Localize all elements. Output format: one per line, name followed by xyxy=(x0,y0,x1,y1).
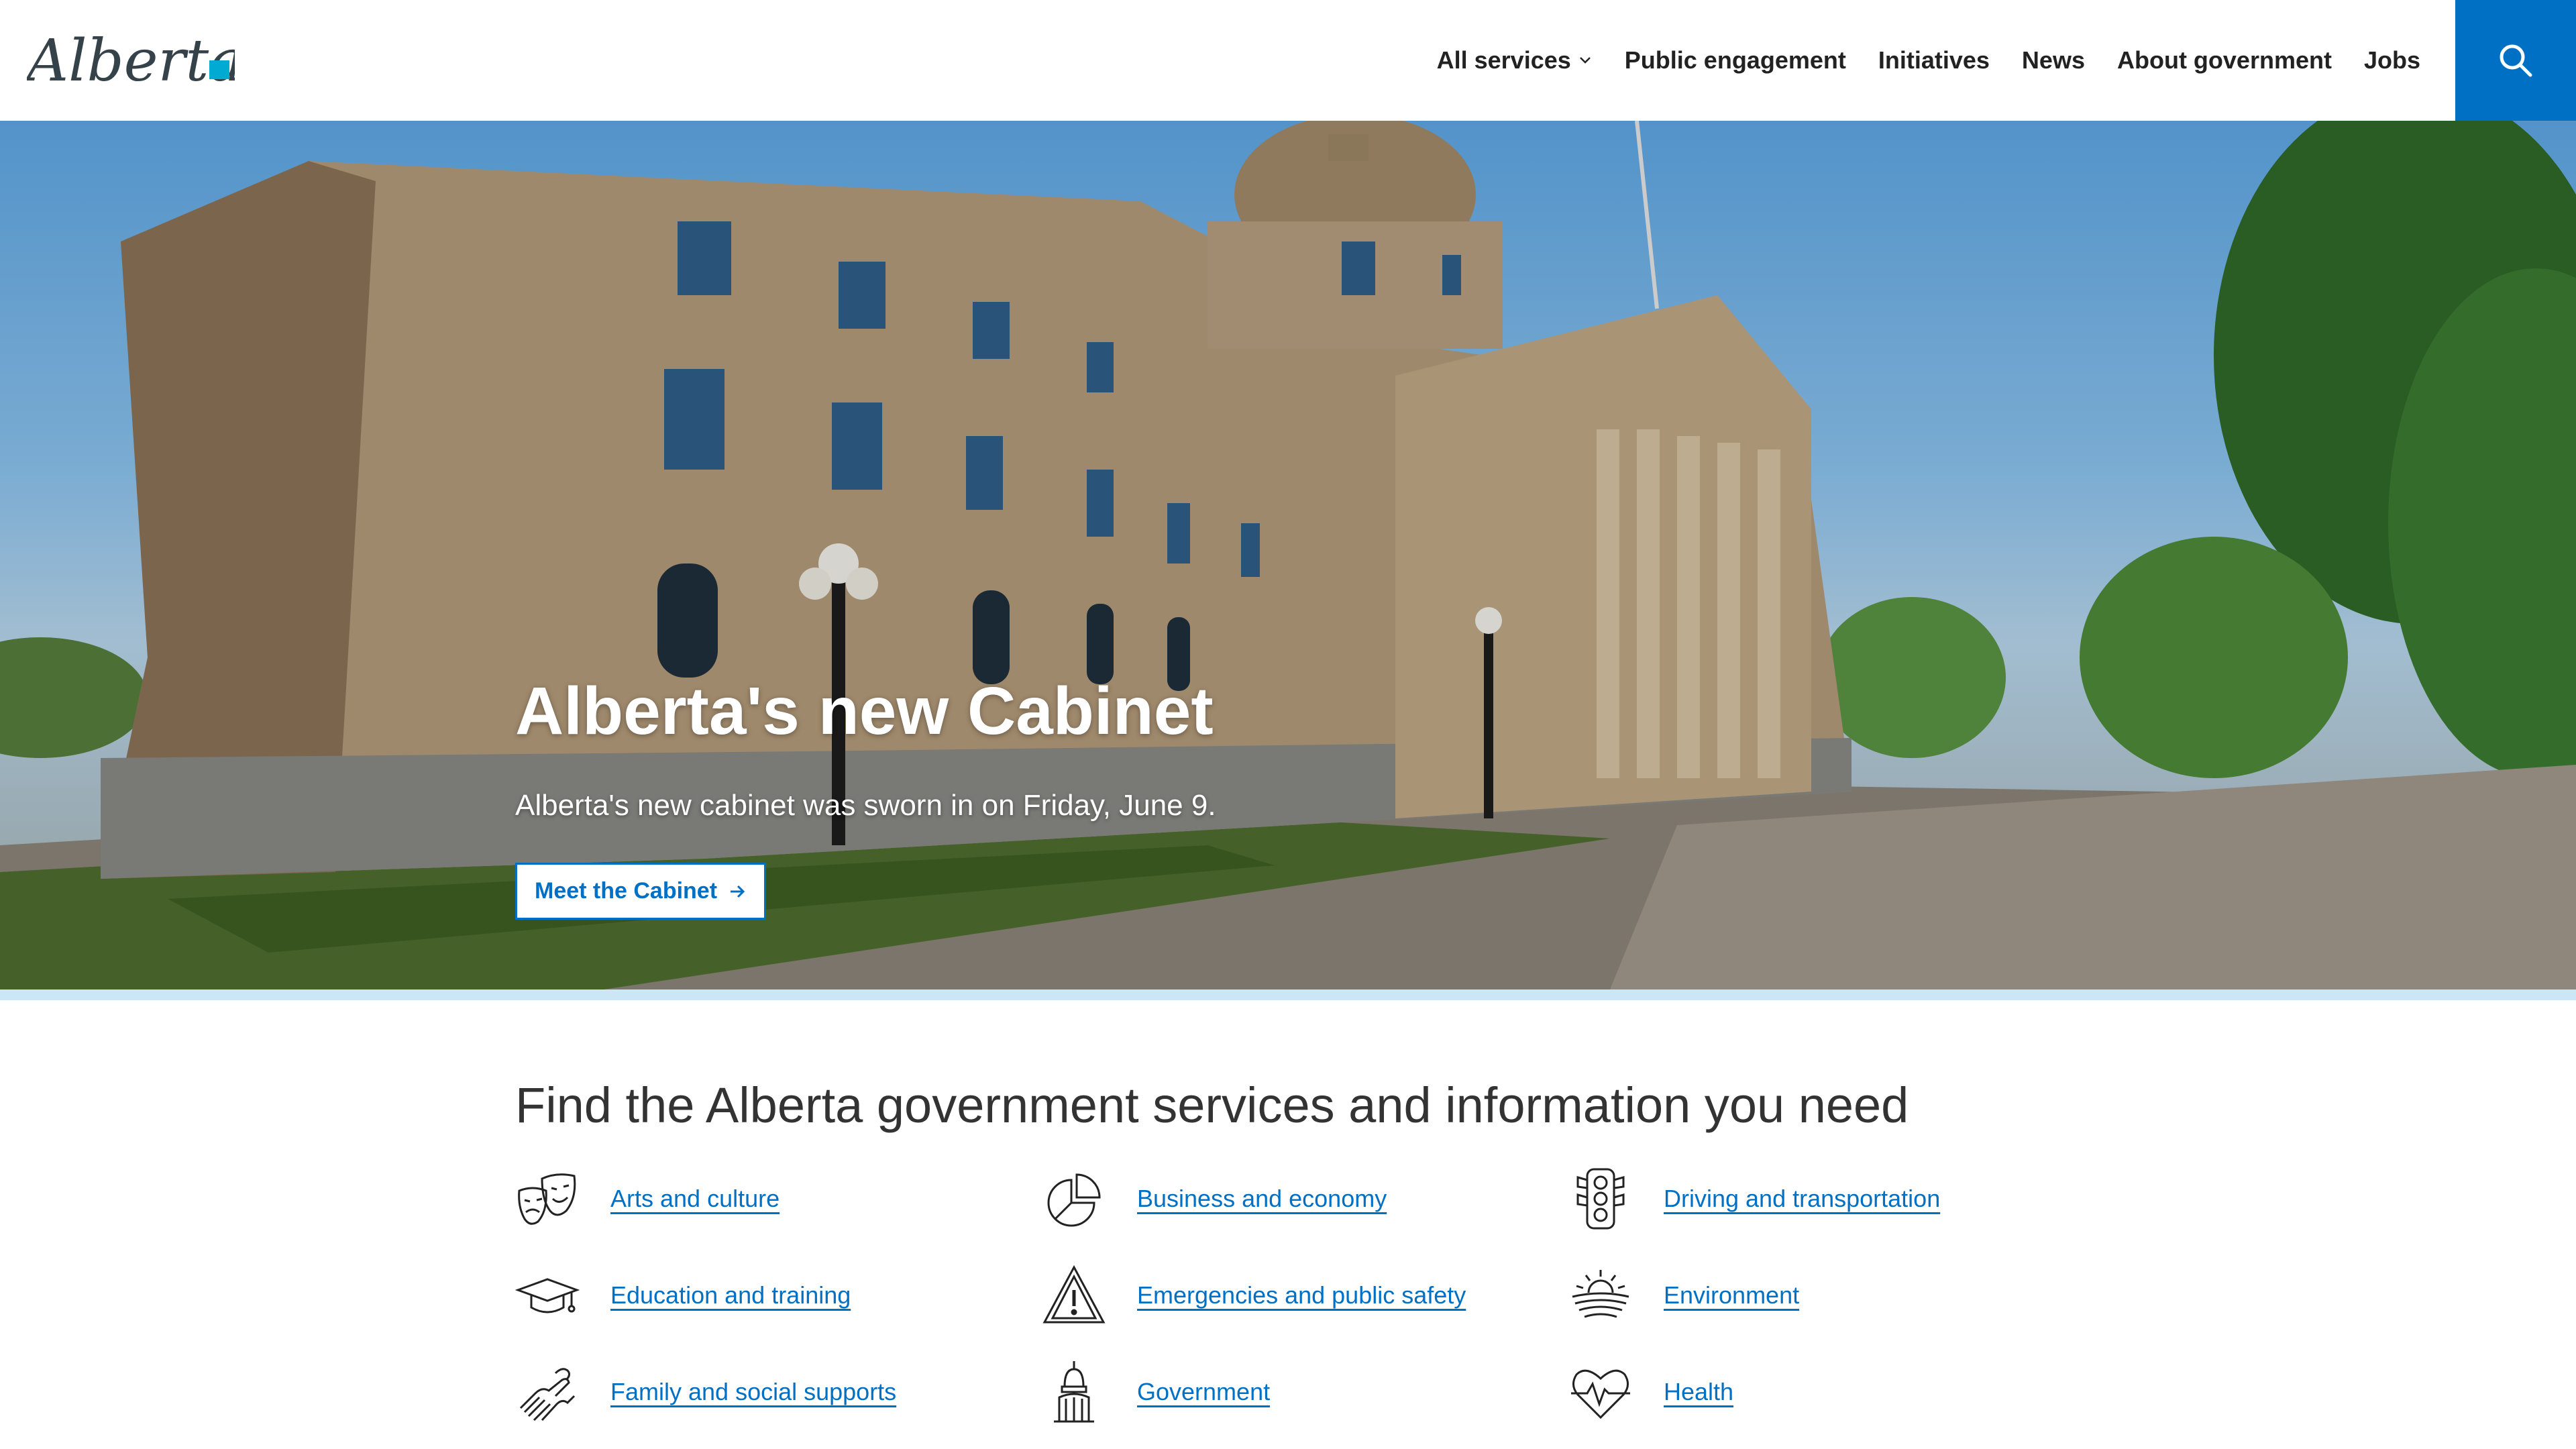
main-nav: All services Public engagement Initiativ… xyxy=(1405,0,2420,121)
nav-news[interactable]: News xyxy=(2022,46,2085,74)
theatre-masks-icon xyxy=(518,1173,576,1225)
service-link[interactable]: Driving and transportation xyxy=(1664,1185,1940,1213)
hero-subtitle: Alberta's new cabinet was sworn in on Fr… xyxy=(515,789,1216,822)
hero-divider-strip xyxy=(0,989,2576,1000)
pie-chart-icon xyxy=(1047,1173,1101,1227)
service-arts-and-culture: Arts and culture xyxy=(515,1167,1042,1230)
service-link[interactable]: Business and economy xyxy=(1137,1185,1387,1213)
search-icon xyxy=(2500,44,2532,77)
heart-pulse-icon xyxy=(1571,1369,1630,1419)
nav-all-services[interactable]: All services xyxy=(1437,46,1593,74)
alberta-logo[interactable]: Alberta xyxy=(22,27,244,95)
service-business-and-economy: Business and economy xyxy=(1042,1167,1568,1230)
service-driving-and-transportation: Driving and transportation xyxy=(1568,1167,2095,1230)
services-heading: Find the Alberta government services and… xyxy=(515,1077,1909,1133)
service-health: Health xyxy=(1568,1360,2095,1424)
meet-the-cabinet-label: Meet the Cabinet xyxy=(535,878,718,904)
nav-jobs[interactable]: Jobs xyxy=(2364,46,2420,74)
service-link[interactable]: Arts and culture xyxy=(610,1185,780,1213)
service-link[interactable]: Family and social supports xyxy=(610,1378,896,1406)
hands-icon xyxy=(519,1368,576,1421)
traffic-light-icon xyxy=(1576,1168,1625,1230)
service-education-and-training: Education and training xyxy=(515,1264,1042,1327)
nav-initiatives[interactable]: Initiatives xyxy=(1878,46,1990,74)
legislature-dome-icon xyxy=(1054,1361,1094,1423)
service-family-and-social-supports: Family and social supports xyxy=(515,1360,1042,1424)
nav-public-engagement[interactable]: Public engagement xyxy=(1625,46,1846,74)
hero-content: Alberta's new Cabinet Alberta's new cabi… xyxy=(515,671,1857,920)
svg-text:Alberta: Alberta xyxy=(27,28,235,94)
graduation-cap-icon xyxy=(515,1278,580,1313)
service-emergencies-and-public-safety: Emergencies and public safety xyxy=(1042,1264,1568,1327)
chevron-down-icon xyxy=(1579,57,1591,64)
service-link[interactable]: Health xyxy=(1664,1378,1733,1406)
site-header: Alberta All services Public engagement I… xyxy=(0,0,2576,121)
nav-about-government[interactable]: About government xyxy=(2117,46,2332,74)
service-link[interactable]: Environment xyxy=(1664,1281,1799,1309)
sun-horizon-icon xyxy=(1572,1270,1629,1318)
service-link[interactable]: Education and training xyxy=(610,1281,851,1309)
services-grid: Arts and culture Business and economy Dr… xyxy=(515,1167,2058,1424)
service-link[interactable]: Emergencies and public safety xyxy=(1137,1281,1466,1309)
meet-the-cabinet-button[interactable]: Meet the Cabinet xyxy=(515,863,767,920)
arrow-right-icon xyxy=(731,885,745,898)
nav-all-services-label: All services xyxy=(1436,46,1571,74)
warning-triangle-icon xyxy=(1042,1265,1106,1324)
search-button[interactable] xyxy=(2455,0,2576,121)
service-government: Government xyxy=(1042,1360,1568,1424)
hero-banner: Alberta's new Cabinet Alberta's new cabi… xyxy=(0,121,2576,989)
service-link[interactable]: Government xyxy=(1137,1378,1270,1406)
service-environment: Environment xyxy=(1568,1264,2095,1327)
hero-title: Alberta's new Cabinet xyxy=(515,674,1214,749)
